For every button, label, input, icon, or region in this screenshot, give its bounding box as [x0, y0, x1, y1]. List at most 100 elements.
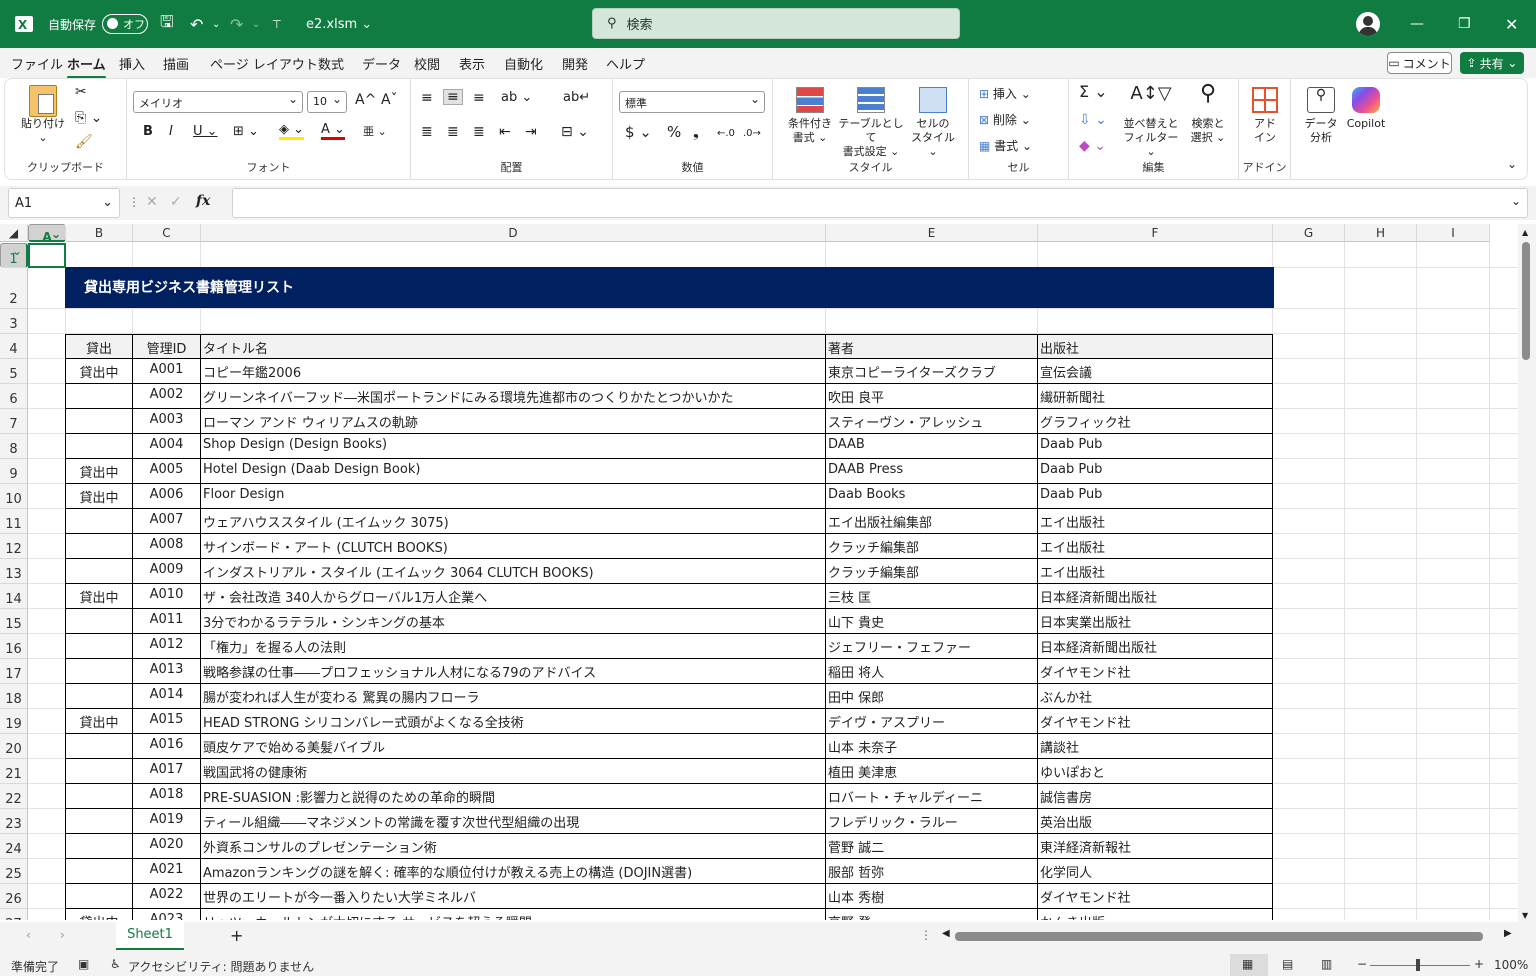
wrap-text-icon[interactable]: ab↵ [563, 91, 590, 105]
zoom-level[interactable]: 100% [1494, 958, 1528, 972]
row-header-23[interactable]: 23 [0, 809, 28, 834]
insert-cells-button[interactable]: ⊞ 挿入 ⌄ [979, 87, 1031, 101]
tab-view[interactable]: 表示 [459, 54, 485, 73]
zoom-out-icon[interactable]: − [1357, 957, 1367, 971]
cell-id[interactable]: A017 [133, 759, 201, 784]
header-cell-author[interactable]: 著者 [826, 334, 1038, 359]
cell-id[interactable]: A014 [133, 684, 201, 709]
cell-publisher[interactable]: Daab Pub [1038, 459, 1273, 484]
cell-id[interactable]: A006 [133, 484, 201, 509]
format-as-table-button[interactable]: テーブルとして 書式設定 ⌄ [837, 87, 905, 159]
sort-filter-button[interactable]: A↕▽ 並べ替えと フィルター ⌄ [1121, 85, 1181, 159]
row-header-14[interactable]: 14 [0, 584, 28, 609]
cell-author[interactable]: DAAB Press [826, 459, 1038, 484]
row-header-22[interactable]: 22 [0, 784, 28, 809]
cell-id[interactable]: A010 [133, 584, 201, 609]
accessibility-icon[interactable]: ♿ [110, 957, 121, 971]
row-header-25[interactable]: 25 [0, 859, 28, 884]
cell-title[interactable]: サインボード・アート (CLUTCH BOOKS) [201, 534, 826, 559]
tab-data[interactable]: データ [362, 54, 401, 73]
avatar[interactable] [1356, 0, 1380, 48]
cell-status[interactable]: 貸出中 [65, 709, 133, 734]
cell-publisher[interactable]: エイ出版社 [1038, 559, 1273, 584]
cell-status[interactable] [65, 384, 133, 409]
insert-function-icon[interactable]: fx [196, 193, 210, 209]
column-header-h[interactable]: H [1345, 224, 1417, 242]
page-layout-view-icon[interactable]: ▤ [1282, 957, 1293, 971]
cell-publisher[interactable]: グラフィック社 [1038, 409, 1273, 434]
redo-dropdown-icon[interactable]: ⌄ [252, 0, 260, 48]
format-painter-icon[interactable]: 🖌 [75, 135, 93, 149]
align-right-icon[interactable]: ≣ [473, 125, 485, 139]
delete-cells-button[interactable]: ⊠ 削除 ⌄ [979, 113, 1031, 127]
cell-publisher[interactable]: 繊研新聞社 [1038, 384, 1273, 409]
active-cell-a1[interactable] [28, 243, 66, 268]
scroll-right-icon[interactable]: ▶ [1504, 928, 1512, 939]
cell-styles-button[interactable]: セルの スタイル ⌄ [907, 87, 959, 159]
row-header-5[interactable]: 5 [0, 359, 28, 384]
name-box[interactable]: A1 ⌄ [8, 188, 120, 218]
cell-title[interactable]: コピー年鑑2006 [201, 359, 826, 384]
sheet-tab-sheet1[interactable]: Sheet1 [116, 922, 184, 950]
column-header-g[interactable]: G [1273, 224, 1345, 242]
cell-author[interactable]: 植田 美津恵 [826, 759, 1038, 784]
fill-icon[interactable]: ⇩ ⌄ [1079, 113, 1107, 127]
cell-publisher[interactable]: 日本経済新聞出版社 [1038, 634, 1273, 659]
cell-id[interactable]: A009 [133, 559, 201, 584]
more-icon[interactable]: ⋮ [128, 195, 140, 209]
cell-author[interactable]: 吹田 良平 [826, 384, 1038, 409]
cell-status[interactable] [65, 509, 133, 534]
cell-publisher[interactable]: 誠信書房 [1038, 784, 1273, 809]
cell-author[interactable]: 田中 保郎 [826, 684, 1038, 709]
row-header-6[interactable]: 6 [0, 384, 28, 409]
increase-indent-icon[interactable]: ⇥ [525, 125, 537, 139]
cell-status[interactable] [65, 409, 133, 434]
cell-publisher[interactable]: ダイヤモンド社 [1038, 659, 1273, 684]
find-select-button[interactable]: ⚲ 検索と 選択 ⌄ [1183, 83, 1233, 145]
decrease-font-icon[interactable]: Aˇ [381, 93, 398, 107]
zoom-in-icon[interactable]: + [1474, 957, 1484, 971]
orientation-icon[interactable]: ab ⌄ [501, 91, 532, 105]
cell-status[interactable]: 貸出中 [65, 359, 133, 384]
tab-home[interactable]: ホーム [67, 54, 106, 79]
copy-icon[interactable]: ⎘ ⌄ [75, 111, 102, 125]
cell-id[interactable]: A001 [133, 359, 201, 384]
cell-title[interactable]: 戦国武将の健康術 [201, 759, 826, 784]
expand-formula-icon[interactable]: ⌄ [1511, 194, 1521, 208]
cell-publisher[interactable]: Daab Pub [1038, 434, 1273, 459]
row-header-19[interactable]: 19 [0, 709, 28, 734]
align-middle-icon[interactable]: ≡ [443, 89, 463, 105]
cell-title[interactable]: 戦略参謀の仕事――プロフェッショナル人材になる79のアドバイス [201, 659, 826, 684]
cell-author[interactable]: 三枝 匡 [826, 584, 1038, 609]
undo-dropdown-icon[interactable]: ⌄ [212, 0, 220, 48]
cell-title[interactable]: 3分でわかるラテラル・シンキングの基本 [201, 609, 826, 634]
cell-id[interactable]: A022 [133, 884, 201, 909]
cell-status[interactable] [65, 809, 133, 834]
bold-icon[interactable]: B [143, 125, 153, 139]
cell-title[interactable]: ティール組織――マネジメントの常識を覆す次世代型組織の出現 [201, 809, 826, 834]
cell-author[interactable]: クラッチ編集部 [826, 534, 1038, 559]
row-header-26[interactable]: 26 [0, 884, 28, 909]
row-header-11[interactable]: 11 [0, 509, 28, 534]
tab-splitter-icon[interactable]: ⋮ [920, 928, 932, 942]
worksheet-grid[interactable]: ◢ ABCDEFGHI12345678910111213141516171819… [0, 224, 1518, 920]
cell-publisher[interactable]: Daab Pub [1038, 484, 1273, 509]
vertical-scrollbar[interactable]: ▲ ▼ [1518, 224, 1536, 922]
cell-title[interactable]: HEAD STRONG シリコンバレー式頭がよくなる全技術 [201, 709, 826, 734]
cell-title[interactable]: Shop Design (Design Books) [201, 434, 826, 459]
format-cells-button[interactable]: ▦ 書式 ⌄ [979, 139, 1032, 153]
header-cell-publisher[interactable]: 出版社 [1038, 334, 1273, 359]
column-header-b[interactable]: B [66, 224, 133, 242]
select-all-corner[interactable]: ◢ [0, 224, 28, 242]
analyze-data-button[interactable]: ⚲ データ 分析 [1301, 87, 1341, 145]
row-header-17[interactable]: 17 [0, 659, 28, 684]
cell-title[interactable]: Amazonランキングの謎を解く: 確率的な順位付けが教える売上の構造 (DOJ… [201, 859, 826, 884]
column-header-f[interactable]: F [1038, 224, 1273, 242]
column-header-a[interactable]: A [28, 224, 66, 244]
cell-title[interactable]: Floor Design [201, 484, 826, 509]
row-header-18[interactable]: 18 [0, 684, 28, 709]
header-cell-status[interactable]: 貸出 [65, 334, 133, 359]
cell-author[interactable]: 稲田 将人 [826, 659, 1038, 684]
conditional-format-button[interactable]: 条件付き 書式 ⌄ [781, 87, 839, 145]
cell-author[interactable]: ジェフリー・フェファー [826, 634, 1038, 659]
